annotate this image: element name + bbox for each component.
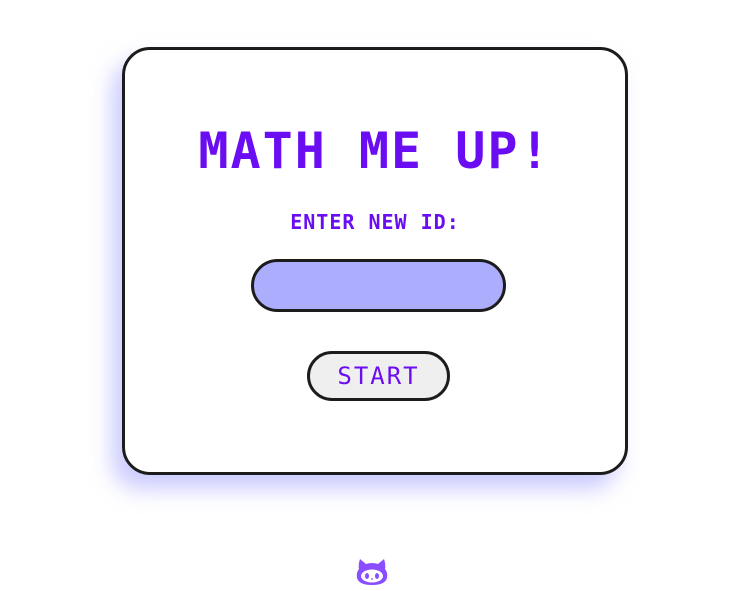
start-button[interactable]: START — [307, 351, 450, 401]
id-label: ENTER NEW ID: — [290, 210, 460, 234]
github-octocat-icon — [356, 559, 388, 585]
app-title: MATH ME UP! — [198, 122, 552, 180]
login-card: MATH ME UP! ENTER NEW ID: START — [122, 47, 628, 475]
github-link[interactable] — [355, 557, 389, 587]
id-input[interactable] — [251, 259, 506, 312]
